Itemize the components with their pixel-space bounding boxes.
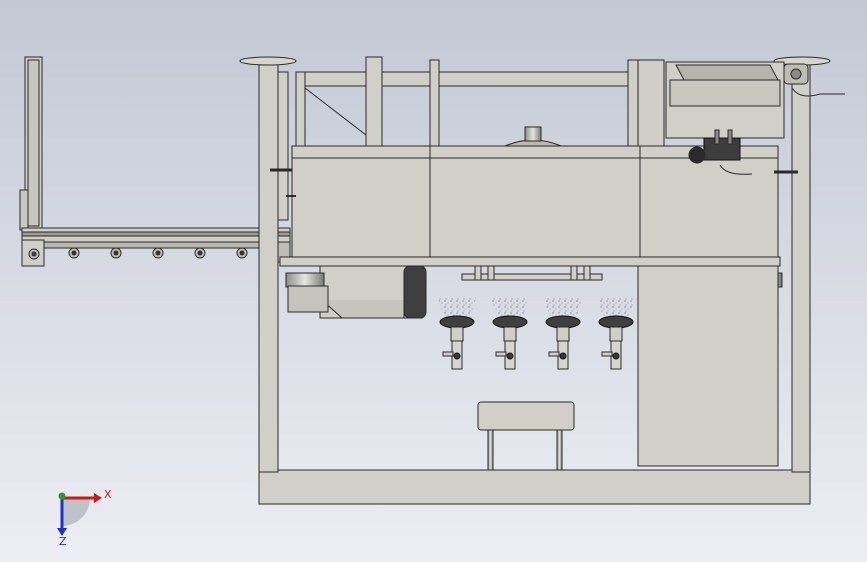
cad-drawing-canvas[interactable]: X Z <box>0 0 867 562</box>
spray-nozzles <box>438 298 635 370</box>
upper-frame-left-post <box>295 71 306 149</box>
left-drain-box <box>285 265 427 319</box>
tray-top[interactable] <box>477 401 575 431</box>
pump-motor-icon[interactable] <box>688 146 706 164</box>
lower-rail <box>279 256 781 267</box>
y-axis-origin-icon <box>58 492 66 500</box>
control-cabinet[interactable] <box>637 265 779 467</box>
top-rail <box>295 71 641 87</box>
spray-nozzle-icon[interactable] <box>597 298 635 370</box>
right-post-outer <box>791 61 811 473</box>
spray-nozzle-icon[interactable] <box>544 298 582 370</box>
base-plate <box>258 469 811 505</box>
upper-frame-right-post <box>627 59 639 149</box>
conveyor-roller-icon <box>68 247 80 259</box>
triad-shadow <box>62 498 90 526</box>
upper-frame-mid-post-b <box>429 59 440 149</box>
x-axis-label: X <box>104 488 112 501</box>
left-post-inner <box>277 71 289 221</box>
bottom-tray <box>477 401 575 471</box>
left-post-cap <box>239 56 297 66</box>
top-filter-cylinder <box>524 126 542 142</box>
spray-nozzle-icon[interactable] <box>491 298 529 370</box>
conveyor-roller-icon <box>110 247 122 259</box>
conveyor-roller-icon <box>194 247 206 259</box>
upper-frame-mid-post-a <box>365 56 383 148</box>
conveyor-roller-icon <box>152 247 164 259</box>
conveyor-bracket <box>19 189 29 231</box>
valve-icon[interactable] <box>442 340 463 370</box>
axis-triad: X Z <box>57 488 112 548</box>
spray-nozzle-icon[interactable] <box>438 298 476 370</box>
left-drain-pipe <box>285 272 325 288</box>
pump-body <box>703 137 741 161</box>
manifold-bar <box>461 273 603 281</box>
spray-manifold <box>461 265 603 281</box>
valve-icon[interactable] <box>548 340 569 370</box>
tank-body <box>291 145 779 259</box>
valve-icon[interactable] <box>495 340 516 370</box>
valve-icon[interactable] <box>601 340 622 370</box>
left-post-outer <box>258 61 279 473</box>
conveyor-roller-icon <box>236 247 248 259</box>
z-axis-label: Z <box>59 535 67 548</box>
